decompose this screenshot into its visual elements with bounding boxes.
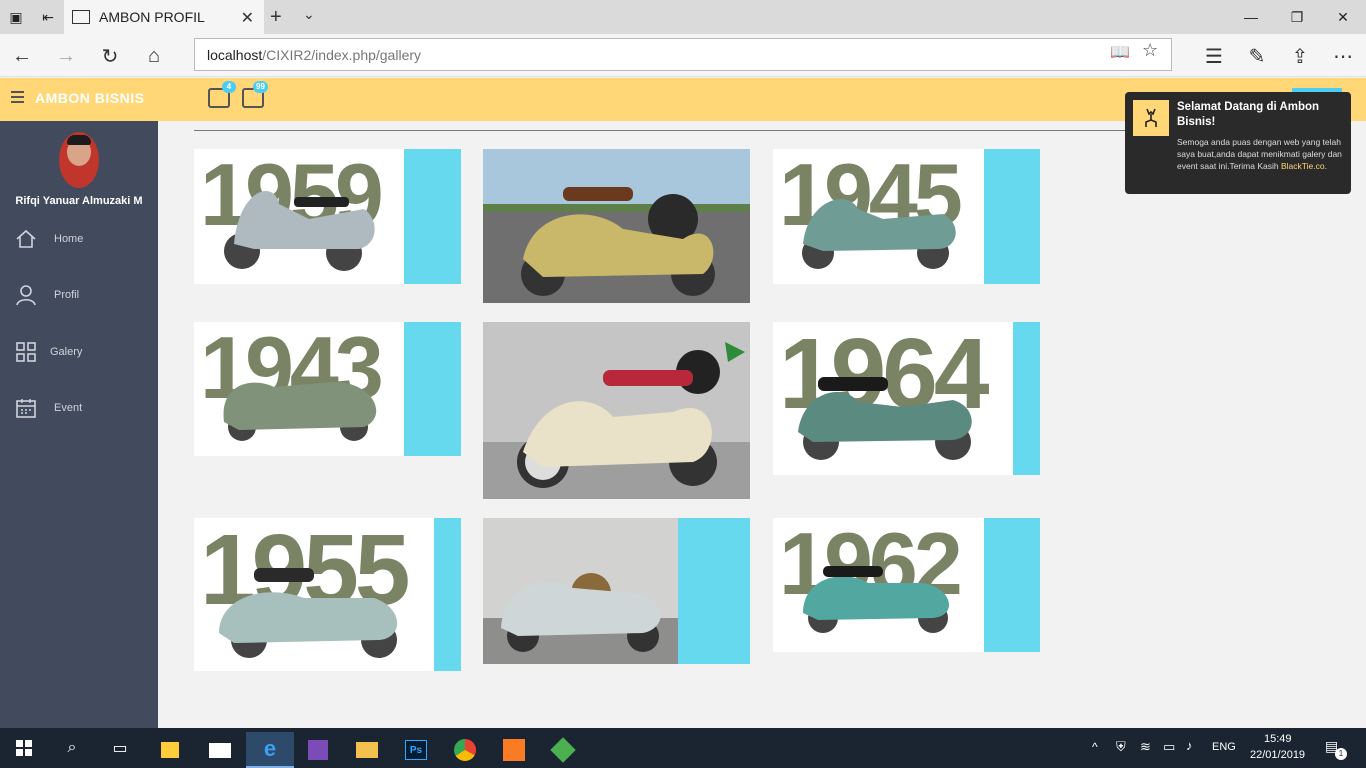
refresh-icon[interactable]: ↻: [96, 42, 124, 70]
sidebar: [0, 121, 158, 728]
close-tab-icon[interactable]: ✕: [241, 8, 254, 28]
pen-icon[interactable]: ✎: [1243, 42, 1271, 70]
gallery-item[interactable]: [483, 518, 750, 664]
photoshop-icon[interactable]: Ps: [392, 732, 440, 768]
user-icon: [14, 284, 38, 306]
show-hidden-icons[interactable]: ^: [1092, 740, 1098, 754]
welcome-toast[interactable]: Selamat Datang di Ambon Bisnis! Semoga a…: [1125, 92, 1351, 194]
user-name: Rifqi Yanuar Almuzaki M: [15, 195, 143, 207]
brand-logo[interactable]: AMBON BISNIS: [35, 90, 144, 106]
toast-link[interactable]: BlackTie.co: [1281, 161, 1325, 171]
content-divider: [194, 130, 1144, 131]
task-view-icon[interactable]: ▭: [96, 728, 144, 768]
gallery-item[interactable]: 1964: [773, 322, 1040, 475]
gallery-item[interactable]: [483, 149, 750, 303]
address-bar[interactable]: localhost/CIXIR2/index.php/gallery: [194, 38, 1172, 71]
avatar: [59, 132, 99, 188]
tasks-badge: 4: [222, 81, 236, 93]
gallery-image: [483, 518, 678, 664]
toast-message: Semoga anda puas dengan web yang telah s…: [1177, 137, 1342, 171]
toast-title: Selamat Datang di Ambon Bisnis!: [1177, 101, 1320, 128]
windows-taskbar: ⌕ ▭ e Ps ^ ⛨ ≋ ▭ ♪ ENG 15:49 22/01/2019 …: [0, 728, 1366, 768]
restore-icon[interactable]: ❐: [1274, 0, 1320, 34]
gallery-item[interactable]: 1945: [773, 149, 1040, 284]
browser-nav-bar: ← → ↻ ⌂ localhost/CIXIR2/index.php/galle…: [0, 34, 1366, 77]
search-icon[interactable]: ⌕: [48, 728, 96, 768]
gallery-image: [483, 149, 750, 303]
calendar-icon: [14, 397, 38, 419]
grid-icon: [14, 341, 38, 363]
gallery-image: 1955: [194, 518, 434, 671]
gallery-item[interactable]: [483, 322, 750, 499]
security-icon[interactable]: ⛨: [1116, 739, 1126, 755]
sidebar-item-galery[interactable]: Galery: [14, 341, 82, 363]
gallery-image: 1945: [773, 149, 984, 284]
hamburger-menu-icon[interactable]: [11, 91, 24, 103]
favorite-star-icon[interactable]: ☆: [1142, 40, 1158, 61]
sidebar-item-label: Galery: [50, 346, 83, 358]
sidebar-item-label: Home: [54, 233, 84, 245]
sidebar-item-home[interactable]: Home: [14, 228, 83, 250]
battery-icon[interactable]: ▭: [1163, 739, 1175, 755]
gallery-image: 1962: [773, 518, 984, 652]
sidebar-item-label: Profil: [54, 289, 80, 301]
home-icon: [14, 228, 38, 250]
minimize-icon[interactable]: —: [1228, 0, 1274, 34]
chrome-icon[interactable]: [441, 732, 489, 768]
tab-title: AMBON PROFIL: [99, 9, 205, 25]
tab-actions-icon[interactable]: ▣: [0, 0, 32, 34]
gallery-item[interactable]: 1962: [773, 518, 1040, 652]
browser-tab[interactable]: AMBON PROFIL ✕: [64, 0, 264, 34]
back-icon[interactable]: ←: [8, 42, 36, 70]
set-aside-tabs-icon[interactable]: ⇤: [32, 0, 64, 34]
share-icon[interactable]: ⇪: [1286, 42, 1314, 70]
clock-time[interactable]: 15:49: [1264, 733, 1292, 745]
notification-badge: 1: [1335, 748, 1347, 760]
more-icon[interactable]: ⋯: [1329, 42, 1357, 70]
close-window-icon[interactable]: ✕: [1320, 0, 1366, 34]
store-icon[interactable]: [146, 732, 194, 768]
gallery-image: 1964: [773, 322, 1013, 475]
home-button-icon[interactable]: ⌂: [140, 42, 168, 70]
gallery-item[interactable]: 1955: [194, 518, 461, 671]
gallery-image: 1959: [194, 149, 404, 284]
edge-icon[interactable]: e: [246, 732, 294, 768]
url-path: /CIXIR2/index.php/gallery: [262, 47, 422, 63]
mail-badge: 99: [253, 81, 268, 93]
visual-studio-icon[interactable]: [294, 732, 342, 768]
start-icon[interactable]: [0, 728, 48, 768]
clock-date[interactable]: 22/01/2019: [1250, 749, 1305, 761]
file-explorer-icon[interactable]: [343, 732, 391, 768]
gallery-image: 1943: [194, 322, 404, 456]
sidebar-item-profil[interactable]: Profil: [14, 284, 79, 306]
forward-icon[interactable]: →: [52, 42, 80, 70]
network-icon[interactable]: ≋: [1140, 739, 1151, 755]
xampp-icon[interactable]: [490, 732, 538, 768]
gallery-item[interactable]: 1943: [194, 322, 461, 456]
url-host: localhost: [207, 47, 263, 63]
sidebar-item-event[interactable]: Event: [14, 397, 82, 419]
sidebar-item-label: Event: [54, 402, 83, 414]
deer-logo-icon: [1133, 100, 1169, 136]
tab-list-chevron-icon[interactable]: ⌄: [303, 6, 315, 23]
new-tab-icon[interactable]: +: [270, 6, 282, 29]
page-favicon-icon: [72, 10, 90, 24]
sourcetree-icon[interactable]: [539, 732, 587, 768]
favorites-hub-icon[interactable]: ☰: [1200, 42, 1228, 70]
reading-view-icon[interactable]: 📖: [1110, 42, 1130, 62]
gallery-item[interactable]: 1959: [194, 149, 461, 284]
gallery-image: [483, 322, 750, 499]
mail-app-icon[interactable]: [196, 732, 244, 768]
volume-icon[interactable]: ♪: [1186, 738, 1193, 753]
language-indicator[interactable]: ENG: [1212, 741, 1236, 753]
